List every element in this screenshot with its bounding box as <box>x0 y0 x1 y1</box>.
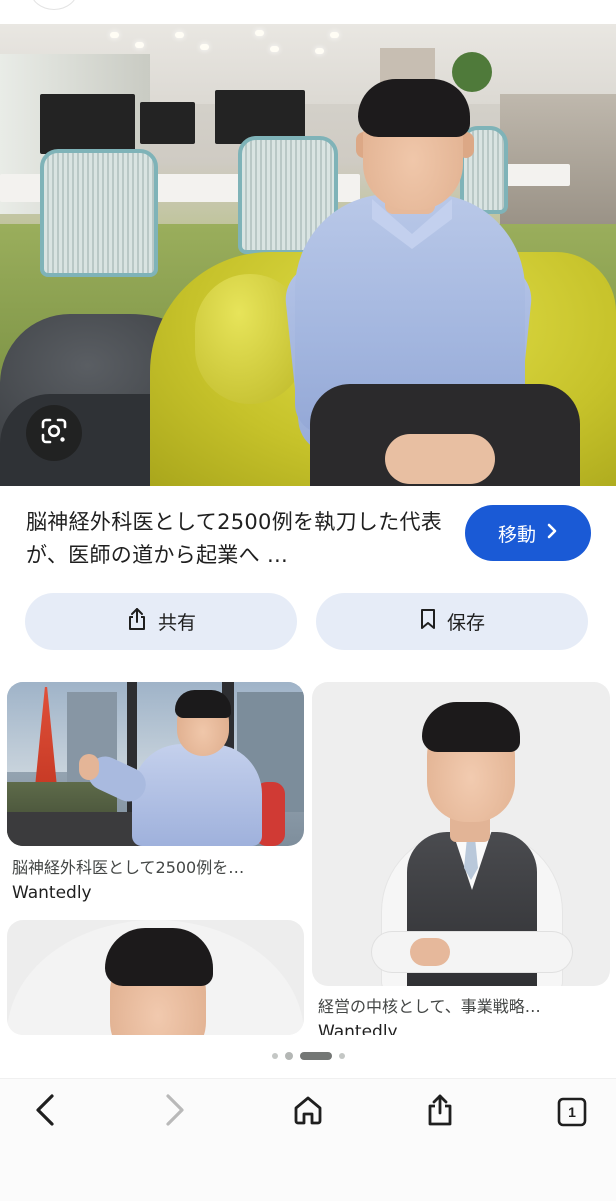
visit-label: 移動 <box>497 523 536 546</box>
tabs-count: 1 <box>568 1104 576 1120</box>
bookmark-icon <box>419 608 437 635</box>
image-person-hand <box>79 754 99 780</box>
image-light <box>175 32 184 38</box>
main-result-image[interactable] <box>0 24 616 486</box>
page-dot <box>271 1053 278 1059</box>
image-light <box>270 46 279 52</box>
visit-button[interactable]: 移動 <box>465 505 591 561</box>
image-person-hair <box>422 702 520 752</box>
tabs-button[interactable]: 1 <box>547 1090 597 1134</box>
chevron-right-icon <box>546 522 558 544</box>
image-person-shirt <box>132 744 262 846</box>
page-indicator <box>0 1050 616 1062</box>
share-label: 共有 <box>157 612 196 634</box>
forward-button[interactable] <box>150 1090 200 1134</box>
google-lens-button[interactable] <box>26 405 82 461</box>
related-title-2[interactable]: 経営の中核として、事業戦略… <box>318 993 610 1017</box>
save-button[interactable]: 保存 <box>316 593 588 650</box>
google-lens-icon <box>40 417 68 449</box>
related-image-1[interactable] <box>7 682 304 846</box>
share-button[interactable]: 共有 <box>25 593 297 650</box>
page-dot-active <box>299 1052 332 1060</box>
image-monitor <box>140 102 195 144</box>
share-icon <box>126 607 148 636</box>
result-title[interactable]: 脳神経外科医として2500例を執刀した代表が、医師の道から起業へ … <box>26 506 446 572</box>
image-person-hands <box>385 434 495 484</box>
image-person-hair <box>105 928 213 986</box>
home-icon <box>292 1094 324 1130</box>
image-light <box>255 30 264 36</box>
page-dot <box>338 1053 345 1059</box>
home-button[interactable] <box>283 1090 333 1134</box>
image-light <box>330 32 339 38</box>
related-source-1[interactable]: Wantedly <box>12 883 92 903</box>
back-button[interactable] <box>20 1090 70 1134</box>
forward-arrow-icon <box>164 1093 186 1131</box>
image-light <box>315 48 324 54</box>
back-arrow-icon <box>34 1093 56 1131</box>
related-title-1[interactable]: 脳神経外科医として2500例を… <box>12 854 302 878</box>
image-light <box>135 42 144 48</box>
save-label: 保存 <box>446 612 485 634</box>
image-person-hair <box>358 79 470 137</box>
account-avatar[interactable] <box>30 0 78 10</box>
image-light <box>110 32 119 38</box>
image-plant <box>452 52 492 92</box>
related-image-3[interactable] <box>7 920 304 1035</box>
image-person-hair <box>175 690 231 718</box>
image-person-hand <box>410 938 450 966</box>
page-dot <box>284 1052 293 1060</box>
share-page-button[interactable] <box>415 1090 465 1134</box>
related-image-2[interactable] <box>312 682 610 986</box>
image-person-arms <box>372 932 572 972</box>
share-upload-icon <box>426 1093 454 1131</box>
image-monitor <box>40 94 135 154</box>
image-light <box>200 44 209 50</box>
tabs-icon: 1 <box>557 1097 587 1127</box>
image-chair <box>40 149 158 277</box>
